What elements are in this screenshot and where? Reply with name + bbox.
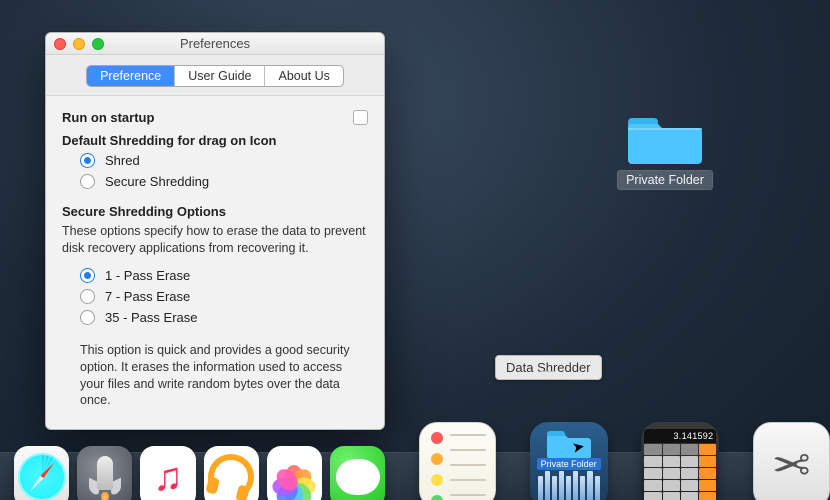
- preferences-window: Preferences Preference User Guide About …: [45, 32, 385, 430]
- dock-app-itunes[interactable]: ♫: [140, 446, 195, 500]
- dock-tooltip: Data Shredder: [495, 355, 602, 380]
- music-note-icon: ♫: [153, 455, 183, 500]
- pass-detail-text: This option is quick and provides a good…: [62, 334, 368, 414]
- radio-7-pass-label: 7 - Pass Erase: [105, 289, 190, 304]
- scissors-icon: ✂: [772, 438, 811, 492]
- rocket-icon: [89, 454, 121, 500]
- radio-shred-label: Shred: [105, 153, 140, 168]
- dock-app-audio[interactable]: [204, 446, 259, 500]
- calculator-display: 3.141592: [644, 429, 716, 443]
- run-on-startup-checkbox[interactable]: [353, 110, 368, 125]
- radio-1-pass[interactable]: [80, 268, 95, 283]
- radio-1-pass-label: 1 - Pass Erase: [105, 268, 190, 283]
- tab-preference[interactable]: Preference: [87, 66, 175, 86]
- run-on-startup-label: Run on startup: [62, 110, 154, 125]
- secure-options-desc: These options specify how to erase the d…: [62, 219, 368, 263]
- dock: ♫ ➤ Private Fold: [10, 422, 830, 500]
- desktop-folder[interactable]: Private Folder: [610, 110, 720, 190]
- radio-secure-shredding-label: Secure Shredding: [105, 174, 209, 189]
- radio-shred[interactable]: [80, 153, 95, 168]
- tab-bar: Preference User Guide About Us: [86, 65, 344, 87]
- radio-35-pass-label: 35 - Pass Erase: [105, 310, 198, 325]
- compass-icon: [18, 453, 66, 500]
- notes-icon: [431, 432, 443, 500]
- titlebar[interactable]: Preferences: [46, 33, 384, 55]
- dock-app-photos[interactable]: [267, 446, 322, 500]
- radio-35-pass[interactable]: [80, 310, 95, 325]
- dock-app-safari[interactable]: [14, 446, 69, 500]
- photos-icon: [270, 453, 318, 500]
- desktop-folder-label: Private Folder: [617, 170, 713, 190]
- headphones-icon: [203, 449, 259, 500]
- dock-app-screenshot[interactable]: ✂: [753, 422, 830, 500]
- secure-options-heading: Secure Shredding Options: [62, 198, 368, 219]
- radio-secure-shredding[interactable]: [80, 174, 95, 189]
- close-icon[interactable]: [54, 38, 66, 50]
- tab-user-guide[interactable]: User Guide: [175, 66, 265, 86]
- dock-app-data-shredder[interactable]: ➤ Private Folder: [530, 422, 608, 500]
- radio-7-pass[interactable]: [80, 289, 95, 304]
- cursor-icon: ➤: [570, 437, 586, 457]
- tab-about-us[interactable]: About Us: [265, 66, 342, 86]
- dock-app-calculator[interactable]: 3.141592: [641, 422, 719, 500]
- dock-app-launchpad[interactable]: [77, 446, 132, 500]
- folder-icon: [628, 110, 702, 166]
- zoom-icon[interactable]: [92, 38, 104, 50]
- dragged-folder-label: Private Folder: [537, 458, 601, 470]
- minimize-icon[interactable]: [73, 38, 85, 50]
- shredder-strips-icon: [538, 469, 600, 500]
- dock-app-notes[interactable]: [419, 422, 496, 500]
- calculator-icon: 3.141592: [641, 426, 719, 500]
- speech-bubble-icon: [336, 459, 380, 495]
- default-shredding-heading: Default Shredding for drag on Icon: [62, 129, 368, 148]
- dock-app-messages[interactable]: [330, 446, 385, 500]
